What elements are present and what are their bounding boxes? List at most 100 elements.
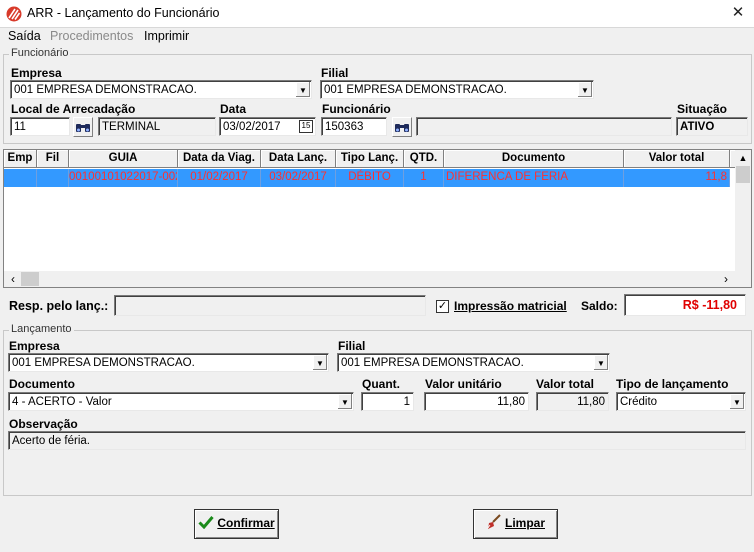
lanc-empresa-select[interactable]: 001 EMPRESA DEMONSTRACAO. ▼ bbox=[8, 353, 329, 372]
app-logo-icon bbox=[6, 6, 22, 22]
data-field[interactable]: 03/02/2017 15 bbox=[219, 117, 316, 136]
col-header-documento[interactable]: Documento bbox=[444, 150, 624, 168]
situacao-label: Situação bbox=[677, 102, 728, 116]
local-code-field[interactable]: 11 bbox=[10, 117, 70, 136]
filial-select[interactable]: 001 EMPRESA DEMONSTRACAO. ▼ bbox=[320, 80, 594, 99]
funcionario-code-field[interactable]: 150363 bbox=[321, 117, 387, 136]
resp-field bbox=[114, 295, 426, 316]
chevron-down-icon[interactable]: ▼ bbox=[295, 82, 310, 97]
scroll-left-icon[interactable]: ‹ bbox=[6, 271, 20, 287]
checkmark-icon bbox=[198, 516, 214, 530]
menu-imprimir[interactable]: Imprimir bbox=[144, 28, 189, 44]
lancamentos-grid[interactable]: Emp Fil GUIA Data da Viag. Data Lanç. Ti… bbox=[3, 149, 752, 288]
chevron-down-icon[interactable]: ▼ bbox=[312, 355, 327, 370]
window-title: ARR - Lançamento do Funcionário bbox=[27, 6, 220, 20]
menu-bar: Saída Procedimentos Imprimir bbox=[0, 28, 754, 46]
data-value: 03/02/2017 bbox=[223, 121, 281, 133]
quant-label: Quant. bbox=[362, 377, 400, 391]
cell-fil[interactable] bbox=[37, 169, 69, 187]
col-header-emp[interactable]: Emp bbox=[4, 150, 37, 168]
funcionario-name-field bbox=[416, 117, 672, 136]
impressao-label-text: Impressão matricial bbox=[454, 299, 567, 313]
impressao-checkbox[interactable]: ✓ bbox=[436, 300, 449, 313]
situacao-field: ATIVO bbox=[676, 117, 748, 136]
documento-label: Documento bbox=[9, 377, 75, 391]
funcionario-label: Funcionário bbox=[322, 102, 391, 116]
horizontal-scrollbar[interactable]: ‹ › bbox=[4, 271, 751, 287]
empresa-label: Empresa bbox=[11, 66, 62, 80]
scroll-right-icon[interactable]: › bbox=[719, 271, 733, 287]
vertical-scroll-thumb[interactable] bbox=[736, 166, 750, 183]
chevron-down-icon[interactable]: ▼ bbox=[593, 355, 608, 370]
lanc-filial-select[interactable]: 001 EMPRESA DEMONSTRACAO. ▼ bbox=[337, 353, 610, 372]
valor-total-field: 11,80 bbox=[536, 392, 609, 411]
binoculars-icon bbox=[76, 124, 90, 132]
filial-value: 001 EMPRESA DEMONSTRACAO. bbox=[324, 84, 507, 96]
documento-value: 4 - ACERTO - Valor bbox=[12, 396, 112, 408]
col-header-guia[interactable]: GUIA bbox=[69, 150, 178, 168]
lanc-empresa-label: Empresa bbox=[9, 339, 60, 353]
funcionario-search-button[interactable] bbox=[392, 117, 412, 137]
valor-unitario-field[interactable]: 11,80 bbox=[424, 392, 529, 411]
lanc-filial-value: 001 EMPRESA DEMONSTRACAO. bbox=[341, 357, 524, 369]
filial-label: Filial bbox=[321, 66, 349, 80]
menu-saida[interactable]: Saída bbox=[8, 28, 41, 44]
col-header-qtd[interactable]: QTD. bbox=[404, 150, 444, 168]
tipo-lancamento-label: Tipo de lançamento bbox=[616, 377, 729, 391]
cell-data-lanc[interactable]: 03/02/2017 bbox=[261, 169, 336, 187]
funcionario-group-title: Funcionário bbox=[9, 47, 71, 59]
limpar-label: Limpar bbox=[504, 516, 545, 530]
scroll-up-icon[interactable]: ▲ bbox=[735, 150, 751, 166]
local-search-button[interactable] bbox=[73, 117, 93, 137]
lanc-filial-label: Filial bbox=[338, 339, 366, 353]
cell-valor-total[interactable]: 11,8 bbox=[624, 169, 730, 187]
chevron-down-icon[interactable]: ▼ bbox=[337, 394, 352, 409]
table-row[interactable]: 00100101022017-002 01/02/2017 03/02/2017… bbox=[4, 169, 730, 187]
col-header-data-lanc[interactable]: Data Lanç. bbox=[261, 150, 336, 168]
cell-emp[interactable] bbox=[4, 169, 37, 187]
col-header-valor-total[interactable]: Valor total bbox=[624, 150, 730, 168]
empresa-value: 001 EMPRESA DEMONSTRACAO. bbox=[14, 84, 197, 96]
observacao-field[interactable]: Acerto de féria. bbox=[8, 431, 746, 450]
broom-icon bbox=[487, 514, 501, 529]
grid-header: Emp Fil GUIA Data da Viag. Data Lanç. Ti… bbox=[4, 150, 736, 168]
vertical-scrollbar[interactable]: ▲ bbox=[735, 150, 751, 271]
col-header-data-viag[interactable]: Data da Viag. bbox=[178, 150, 261, 168]
observacao-label: Observação bbox=[9, 417, 78, 431]
local-label: Local de Arrecadação bbox=[11, 102, 136, 116]
local-name-field: TERMINAL bbox=[98, 117, 216, 136]
cell-guia[interactable]: 00100101022017-002 bbox=[69, 169, 178, 187]
chevron-down-icon[interactable]: ▼ bbox=[729, 394, 744, 409]
empresa-select[interactable]: 001 EMPRESA DEMONSTRACAO. ▼ bbox=[10, 80, 312, 99]
binoculars-icon bbox=[395, 124, 409, 132]
col-header-tipo[interactable]: Tipo Lanç. bbox=[336, 150, 404, 168]
horizontal-scroll-thumb[interactable] bbox=[21, 272, 39, 286]
data-label: Data bbox=[220, 102, 247, 116]
resp-label: Resp. pelo lanç.: bbox=[9, 299, 109, 313]
confirmar-button[interactable]: Confirmar bbox=[194, 509, 279, 539]
cell-documento[interactable]: DIFERENCA DE FERIA bbox=[444, 169, 624, 187]
lancamento-group-title: Lançamento bbox=[9, 323, 74, 335]
chevron-down-icon[interactable]: ▼ bbox=[577, 82, 592, 97]
impressao-label[interactable]: Impressão matricial bbox=[454, 299, 567, 313]
check-icon: ✓ bbox=[437, 300, 448, 312]
valor-unitario-label: Valor unitário bbox=[425, 377, 502, 391]
close-icon[interactable]: ✕ bbox=[728, 3, 748, 23]
tipo-lancamento-select[interactable]: Crédito ▼ bbox=[616, 392, 746, 411]
confirmar-label: Confirmar bbox=[217, 516, 275, 530]
saldo-label: Saldo: bbox=[581, 299, 618, 313]
tipo-lancamento-value: Crédito bbox=[620, 396, 658, 408]
menu-procedimentos[interactable]: Procedimentos bbox=[50, 28, 133, 44]
col-header-fil[interactable]: Fil bbox=[37, 150, 69, 168]
calendar-icon[interactable]: 15 bbox=[299, 120, 313, 133]
cell-qtd[interactable]: 1 bbox=[404, 169, 444, 187]
limpar-button[interactable]: Limpar bbox=[473, 509, 558, 539]
cell-tipo[interactable]: DÉBITO bbox=[336, 169, 404, 187]
valor-total-label: Valor total bbox=[536, 377, 595, 391]
documento-select[interactable]: 4 - ACERTO - Valor ▼ bbox=[8, 392, 354, 411]
cell-data-viag[interactable]: 01/02/2017 bbox=[178, 169, 261, 187]
title-bar: ARR - Lançamento do Funcionário ✕ bbox=[0, 0, 754, 28]
saldo-field: R$ -11,80 bbox=[624, 294, 746, 316]
quant-field[interactable]: 1 bbox=[361, 392, 414, 411]
lanc-empresa-value: 001 EMPRESA DEMONSTRACAO. bbox=[12, 357, 195, 369]
